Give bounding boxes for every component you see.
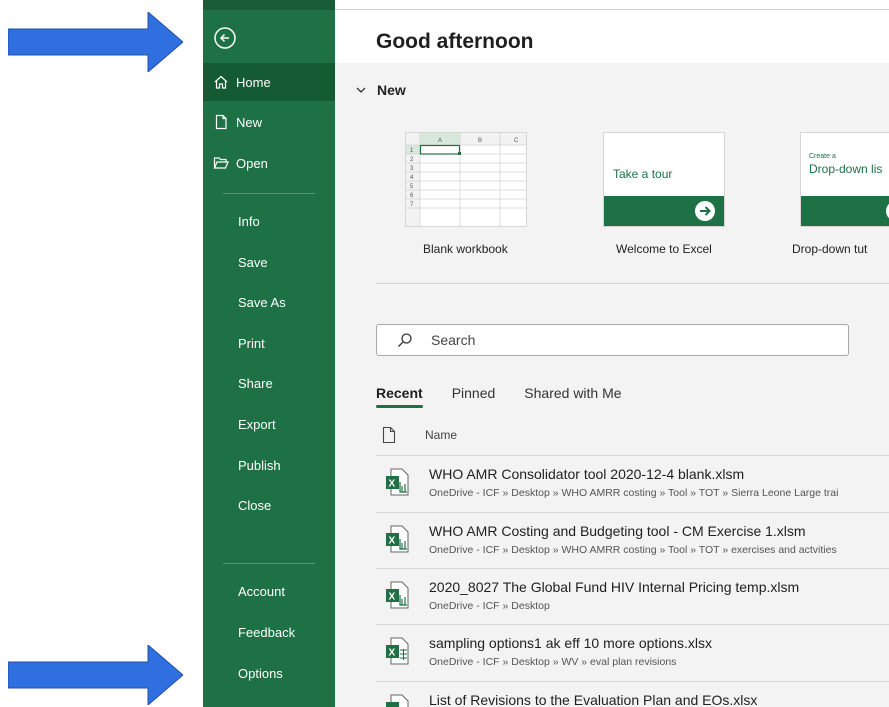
file-list-header: Name [376,426,457,444]
file-row[interactable]: X 2020_8027 The Global Fund HIV Internal… [376,568,889,625]
template-blank-workbook[interactable]: A B C 1 2 3 4 5 6 7 [405,132,527,227]
blank-workbook-thumbnail: A B C 1 2 3 4 5 6 7 [406,133,526,226]
top-border [335,9,889,10]
sidebar-item-label: New [236,114,263,130]
sidebar-separator [223,563,315,564]
arrow-right-circle-icon [695,201,715,221]
file-name: 2020_8027 The Global Fund HIV Internal P… [429,579,800,595]
home-icon [214,75,228,89]
excel-macro-file-icon: X [386,581,409,609]
sidebar-item-save-as[interactable]: Save As [203,283,335,321]
tab-recent[interactable]: Recent [376,385,423,408]
page-title: Good afternoon [376,30,534,53]
sidebar-item-label: Open [236,155,268,171]
column-header-a: A [438,138,442,144]
sidebar-item-export[interactable]: Export [203,405,335,443]
sidebar-item-info[interactable]: Info [203,202,335,240]
sidebar-item-label: Home [236,74,271,90]
new-section-header[interactable]: New [355,82,406,98]
annotation-arrow-top [8,12,183,72]
template-thumb-text: Drop-down lis [809,162,883,176]
file-path: OneDrive - ICF » Desktop [429,600,550,612]
file-row[interactable]: X WHO AMR Consolidator tool 2020-12-4 bl… [376,455,889,512]
column-name-label[interactable]: Name [425,428,457,442]
search-placeholder: Search [431,332,476,348]
sidebar-item-new[interactable]: New [203,103,335,141]
template-thumb-text: Take a tour [613,167,673,181]
tab-shared-with-me[interactable]: Shared with Me [524,385,621,408]
tab-pinned[interactable]: Pinned [452,385,496,408]
template-label: Drop-down tut [792,242,868,256]
sidebar-item-open[interactable]: Open [203,144,335,182]
file-list-tabs: Recent Pinned Shared with Me [376,385,651,408]
sidebar-item-print[interactable]: Print [203,324,335,362]
backstage-sidebar: Home New Open Info Save Save As Print Sh… [203,0,335,707]
sidebar-top-strip [203,0,335,10]
folder-open-icon [213,157,229,169]
sidebar-item-share[interactable]: Share [203,364,335,402]
file-path: OneDrive - ICF » Desktop » WV » eval pla… [429,656,677,668]
sidebar-item-options[interactable]: Options [203,654,335,692]
file-name: WHO AMR Consolidator tool 2020-12-4 blan… [429,466,745,482]
file-name: WHO AMR Costing and Budgeting tool - CM … [429,523,806,539]
file-path: OneDrive - ICF » Desktop » WHO AMRR cost… [429,487,839,499]
sidebar-item-save[interactable]: Save [203,243,335,281]
template-welcome-to-excel[interactable]: Take a tour [603,132,725,227]
excel-macro-file-icon: X [386,468,409,496]
chevron-down-icon [356,87,366,93]
column-header-b: B [478,138,482,144]
search-icon [398,333,412,347]
excel-workbook-file-icon: X [386,637,409,665]
sidebar-item-account[interactable]: Account [203,572,335,610]
new-document-icon [215,114,227,130]
file-type-icon [382,426,396,444]
file-name: List of Revisions to the Evaluation Plan… [429,692,758,707]
file-name: sampling options1 ak eff 10 more options… [429,635,713,651]
new-section-label: New [377,82,406,98]
file-path: OneDrive - ICF » Desktop » WHO AMRR cost… [429,544,837,556]
template-thumb-band [801,196,889,226]
sidebar-separator [223,193,315,194]
template-thumb-small: Create a [809,153,836,160]
file-row[interactable]: X WHO AMR Costing and Budgeting tool - C… [376,512,889,569]
annotation-arrow-bottom [8,645,183,705]
svg-text:X: X [389,592,396,603]
sidebar-item-feedback[interactable]: Feedback [203,613,335,651]
column-header-c: C [514,138,519,144]
section-divider [376,283,889,284]
sidebar-item-publish[interactable]: Publish [203,446,335,484]
excel-workbook-file-icon [386,694,409,707]
svg-text:X: X [389,479,396,490]
file-row[interactable]: List of Revisions to the Evaluation Plan… [376,681,889,707]
search-input[interactable]: Search [376,324,849,356]
main-panel: Good afternoon New A B C 1 2 3 4 5 6 7 B… [335,0,889,707]
excel-macro-file-icon: X [386,525,409,553]
template-label: Blank workbook [423,242,508,256]
sidebar-item-close[interactable]: Close [203,486,335,524]
sidebar-item-home[interactable]: Home [203,63,335,101]
back-arrow-circle-icon[interactable] [213,26,237,50]
arrow-right-circle-icon [886,203,889,219]
svg-text:X: X [389,536,396,547]
template-label: Welcome to Excel [616,242,712,256]
svg-text:X: X [389,648,396,659]
template-drop-down-tutorial[interactable]: Create a Drop-down lis [800,132,889,227]
file-row[interactable]: X sampling options1 ak eff 10 more optio… [376,624,889,681]
